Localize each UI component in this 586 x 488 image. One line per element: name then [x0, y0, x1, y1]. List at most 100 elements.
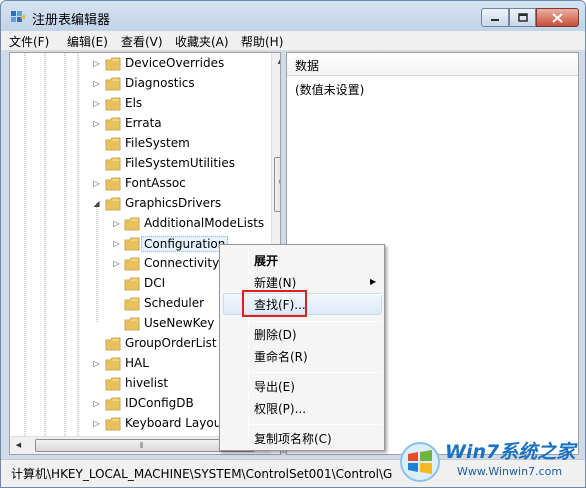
window-title: 注册表编辑器 [32, 13, 111, 28]
tree-item-label: FontAssoc [125, 176, 186, 190]
ctx-item-rename[interactable]: 重命名(R) [254, 348, 308, 365]
folder-icon [105, 117, 121, 131]
folder-icon [124, 317, 140, 331]
expand-arrow-icon[interactable]: ▷ [112, 219, 121, 228]
folder-icon [105, 377, 121, 391]
tree-item[interactable]: ▷ Els [10, 94, 270, 114]
folder-icon [124, 257, 140, 271]
folder-icon [124, 277, 140, 291]
tree-item-label-selected: Configuration [141, 236, 229, 252]
tree-item-label: FileSystem [125, 136, 190, 150]
folder-icon [105, 177, 121, 191]
expand-arrow-icon[interactable]: ▷ [92, 359, 101, 368]
expand-arrow-icon[interactable]: ▷ [92, 99, 101, 108]
value-data-cell[interactable]: (数值未设置) [295, 81, 364, 98]
tree-item-label: GroupOrderList [125, 336, 217, 350]
ctx-item-export[interactable]: 导出(E) [254, 378, 295, 395]
regedit-app-icon [11, 11, 25, 22]
expand-arrow-icon[interactable]: ▷ [92, 119, 101, 128]
tree-item-label: UseNewKey [144, 316, 215, 330]
column-header-data[interactable]: 数据 [287, 53, 578, 76]
ctx-separator [250, 372, 382, 373]
minimize-icon [491, 18, 499, 21]
tree-item[interactable]: ◢ GraphicsDrivers [10, 194, 270, 214]
tree-item-label: hivelist [125, 376, 169, 390]
watermark-url: Www.Winwin7.com [457, 465, 563, 478]
folder-icon [105, 137, 121, 151]
title-bar[interactable]: 注册表编辑器 [1, 1, 585, 31]
tree-item-label: HAL [125, 356, 149, 370]
maximize-icon [517, 13, 528, 22]
folder-icon [105, 57, 121, 71]
collapse-arrow-icon[interactable]: ◢ [92, 199, 101, 208]
tree-item[interactable]: ▷ AdditionalModeLists [10, 214, 270, 234]
expand-arrow-icon[interactable]: ▷ [92, 59, 101, 68]
context-menu-gutter [248, 247, 249, 448]
menu-view[interactable]: 查看(V) [121, 33, 163, 50]
tree-item[interactable]: FileSystem [10, 134, 270, 154]
status-key-path: 计算机\HKEY_LOCAL_MACHINE\SYSTEM\ControlSet… [11, 467, 393, 481]
minimize-button[interactable] [481, 8, 509, 27]
menu-favorites[interactable]: 收藏夹(A) [175, 33, 229, 50]
folder-icon [105, 157, 121, 171]
tree-item-label: Scheduler [144, 296, 205, 310]
watermark-brand: Win7系统之家 [445, 441, 576, 463]
folder-icon [124, 297, 140, 311]
ctx-item-expand[interactable]: 展开 [254, 252, 278, 269]
regedit-window: 注册表编辑器 文件(F) 编辑(E) 查看(V) 收藏夹(A) 帮助(H) ▷ D… [0, 0, 586, 488]
tree-item[interactable]: ▷ Errata [10, 114, 270, 134]
folder-icon [105, 337, 121, 351]
folder-icon [105, 357, 121, 371]
expand-arrow-icon[interactable]: ▷ [92, 79, 101, 88]
annotation-highlight-box [242, 290, 307, 317]
tree-item-label: Els [125, 96, 143, 110]
tree-item-label: IDConfigDB [125, 396, 194, 410]
expand-arrow-icon[interactable]: ▷ [92, 419, 101, 428]
close-button[interactable] [536, 8, 579, 27]
ctx-item-copy-key-name[interactable]: 复制项名称(C) [254, 430, 332, 447]
ctx-separator [250, 424, 382, 425]
ctx-item-permissions[interactable]: 权限(P)... [254, 400, 306, 417]
tree-item-label: Diagnostics [125, 76, 195, 90]
folder-icon [105, 77, 121, 91]
tree-item-label: GraphicsDrivers [125, 196, 222, 210]
expand-arrow-icon[interactable]: ▷ [112, 239, 121, 248]
folder-icon [105, 397, 121, 411]
tree-item-label: DCI [144, 276, 166, 290]
tree-item-label: FileSystemUtilities [125, 156, 235, 170]
folder-icon [124, 217, 140, 231]
close-icon [552, 12, 563, 23]
expand-arrow-icon[interactable]: ▷ [92, 179, 101, 188]
tree-item-label: AdditionalModeLists [144, 216, 265, 230]
tree-item-label: Connectivity [144, 256, 220, 270]
ctx-item-new[interactable]: 新建(N) [254, 274, 296, 291]
folder-icon [105, 417, 121, 431]
expand-arrow-icon[interactable]: ▷ [92, 399, 101, 408]
vertical-scroll-thumb[interactable]: ≡ [274, 157, 280, 212]
context-menu: 展开 新建(N) ▶ 查找(F)... 删除(D) 重命名(R) 导出(E) 权… [219, 244, 385, 451]
tree-item[interactable]: ▷ Diagnostics [10, 74, 270, 94]
expand-arrow-icon[interactable]: ▷ [112, 259, 121, 268]
menu-bar: 文件(F) 编辑(E) 查看(V) 收藏夹(A) 帮助(H) [1, 31, 585, 51]
ctx-item-delete[interactable]: 删除(D) [254, 326, 297, 343]
scroll-up-arrow-icon[interactable]: ▲ [276, 57, 280, 66]
column-header-label: 数据 [295, 59, 320, 73]
scroll-left-arrow-icon[interactable]: ◀ [14, 441, 23, 450]
tree-item[interactable]: ▷ DeviceOverrides [10, 54, 270, 74]
folder-icon [124, 237, 140, 251]
tree-item-label: Keyboard Layou [125, 416, 222, 430]
site-watermark: Win7系统之家 Www.Winwin7.com [399, 435, 585, 487]
maximize-button[interactable] [509, 8, 536, 27]
folder-icon [105, 197, 121, 211]
tree-item[interactable]: ▷ FontAssoc [10, 174, 270, 194]
menu-file[interactable]: 文件(F) [9, 33, 49, 50]
ctx-separator [250, 321, 382, 322]
tree-item[interactable]: FileSystemUtilities [10, 154, 270, 174]
submenu-arrow-icon: ▶ [370, 277, 377, 286]
menu-help[interactable]: 帮助(H) [241, 33, 283, 50]
tree-item-label: Errata [125, 116, 162, 130]
tree-item-label: DeviceOverrides [125, 56, 225, 70]
folder-icon [105, 97, 121, 111]
menu-edit[interactable]: 编辑(E) [67, 33, 108, 50]
scroll-grip-icon: ≡ [278, 177, 280, 186]
